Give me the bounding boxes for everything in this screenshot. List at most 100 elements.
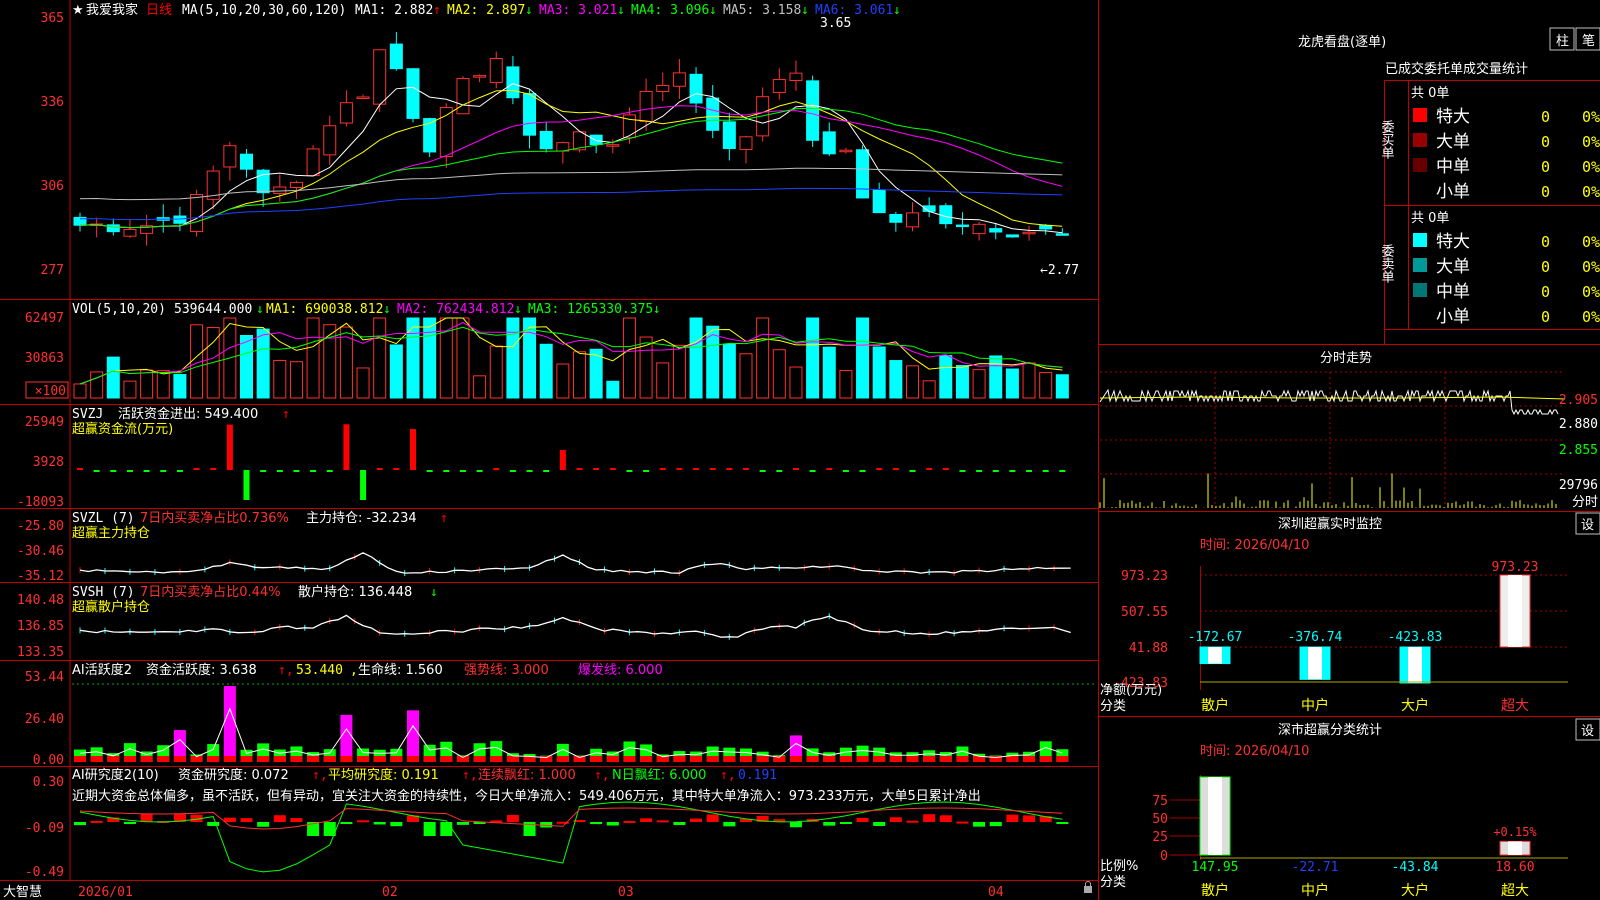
legend-swatch <box>1413 283 1427 297</box>
candle <box>273 186 287 194</box>
price-tick: 277 <box>41 263 64 278</box>
volume-ma-values: MA1: 690038.812 ↓ MA2: 762434.812 ↓ MA3: 126… <box>266 302 661 317</box>
ai-active-base <box>273 756 286 762</box>
ai-research-bar <box>1006 814 1019 822</box>
ai-active-base <box>906 756 919 762</box>
candle <box>123 228 137 237</box>
cat-time: 时间: 2026/04/10 <box>1200 744 1309 759</box>
svzj-bar <box>160 470 167 472</box>
ai-active-base <box>806 756 819 762</box>
candle <box>739 136 753 151</box>
star-icon[interactable]: ★ <box>72 3 84 18</box>
row-count: 0 <box>1541 183 1550 201</box>
ai-active-bar <box>407 710 419 762</box>
ai-research-comment: 近期大资金总体偏多，虽不活跃，但有异动，宜关注大资金的持续性，今日大单净流入：5… <box>72 788 981 804</box>
volume-value: 539644.000 <box>174 302 252 317</box>
volume-bar <box>240 335 253 399</box>
monitor-bar-label: -423.83 <box>1388 630 1443 645</box>
monitor-time: 时间: 2026/04/10 <box>1200 538 1309 553</box>
ai-research-bar <box>357 820 370 823</box>
volume-bar <box>622 317 636 399</box>
svg-text:↑,: ↑, <box>720 768 736 783</box>
row-name: 小单 <box>1436 182 1470 202</box>
candlestick-panel[interactable] <box>73 32 1069 246</box>
candle <box>589 134 603 146</box>
main-header: ★ 我爱我家 日线 MA(5,10,20,30,60,120) MA1: 2.8… <box>72 2 901 18</box>
sell-side-label: 委卖单 <box>1379 244 1395 283</box>
svzj-tick: -18093 <box>17 495 64 510</box>
row-name: 中单 <box>1436 157 1470 177</box>
monitor-bar-highlight <box>1508 575 1522 647</box>
svzj-panel[interactable] <box>77 424 1066 500</box>
ai-active-base <box>373 756 386 762</box>
svzj-bar <box>593 468 600 470</box>
ai-research-bar <box>373 822 386 825</box>
svzj-bar <box>726 468 733 470</box>
svzj-bar <box>110 470 117 472</box>
cat-tick: 75 <box>1152 794 1168 809</box>
date-tick: 2026/01 <box>78 885 133 900</box>
ai-active-v3: 生命线: 1.560 <box>358 662 443 678</box>
candle <box>306 148 320 177</box>
candle <box>289 181 303 189</box>
svzj-bar <box>459 470 466 472</box>
ai-active-base <box>290 756 303 762</box>
svzj-bar <box>126 470 133 472</box>
ai-active-v5: 爆发线: 6.000 <box>578 662 663 678</box>
intraday-chart[interactable] <box>1099 371 1566 508</box>
candle <box>473 75 487 78</box>
candle <box>972 223 986 235</box>
ai-research-bar <box>240 818 253 822</box>
row-name: 特大 <box>1436 107 1470 127</box>
svg-text:笔: 笔 <box>1582 33 1595 49</box>
volume-tick: 62497 <box>25 311 64 326</box>
air-tick: -0.09 <box>25 821 64 836</box>
candle <box>822 131 836 155</box>
candle <box>190 193 204 232</box>
pen-mode-button[interactable]: 笔 <box>1575 27 1600 51</box>
date-tick: 02 <box>382 885 398 900</box>
intraday-tick: 2.905 <box>1559 393 1598 408</box>
bar-mode-button[interactable]: 柱 <box>1549 27 1575 51</box>
ai-active-base <box>673 756 686 762</box>
ai-research-bar <box>690 818 703 822</box>
volume-bar <box>73 383 87 399</box>
svg-text:设: 设 <box>1581 724 1594 739</box>
buy-side-label: 委买单 <box>1379 120 1395 159</box>
candle <box>839 149 853 153</box>
period-label[interactable]: 日线 <box>146 3 172 18</box>
ai-active-base <box>573 756 586 762</box>
candle <box>772 79 786 93</box>
svsh-panel[interactable] <box>79 613 1071 640</box>
candle <box>406 68 420 119</box>
monitor-title: 深圳超赢实时监控 <box>1278 516 1382 532</box>
ai-research-bar <box>939 815 952 822</box>
ai-research-bar <box>456 822 469 825</box>
svzj-bar <box>393 468 400 470</box>
svsh-ratio: 7日内买卖净占比0.44% <box>140 584 281 600</box>
svzj-bar <box>326 470 333 472</box>
cat-settings-button[interactable]: 设 <box>1575 718 1600 741</box>
candle <box>672 72 686 87</box>
volume-bar <box>789 366 803 399</box>
high-label: 3.65 <box>820 16 851 31</box>
monitor-settings-button[interactable]: 设 <box>1575 512 1600 535</box>
monitor-bar-label: -376.74 <box>1288 630 1343 645</box>
ai-active-panel[interactable] <box>72 683 1095 762</box>
ma-value-3: MA3: 3.021 <box>539 3 617 18</box>
cat-category: 中户 <box>1301 882 1329 899</box>
ai-research-v2: 平均研究度: 0.191 <box>328 767 439 783</box>
svzj-bar <box>609 468 616 470</box>
svzl-panel[interactable] <box>79 552 1071 577</box>
volume-panel[interactable] <box>73 317 1069 399</box>
candle <box>722 121 736 150</box>
row-name: 中单 <box>1436 282 1470 302</box>
monitor-bar-highlight <box>1308 647 1322 680</box>
monitor-category: 中户 <box>1301 697 1329 714</box>
ma-arrow: ↓ <box>893 3 901 18</box>
lock-icon[interactable] <box>1084 881 1092 894</box>
row-pct: 0% <box>1582 283 1600 301</box>
svzj-bar <box>293 470 300 472</box>
ai-research-panel[interactable] <box>74 801 1069 873</box>
ai-active-base <box>1039 756 1052 762</box>
